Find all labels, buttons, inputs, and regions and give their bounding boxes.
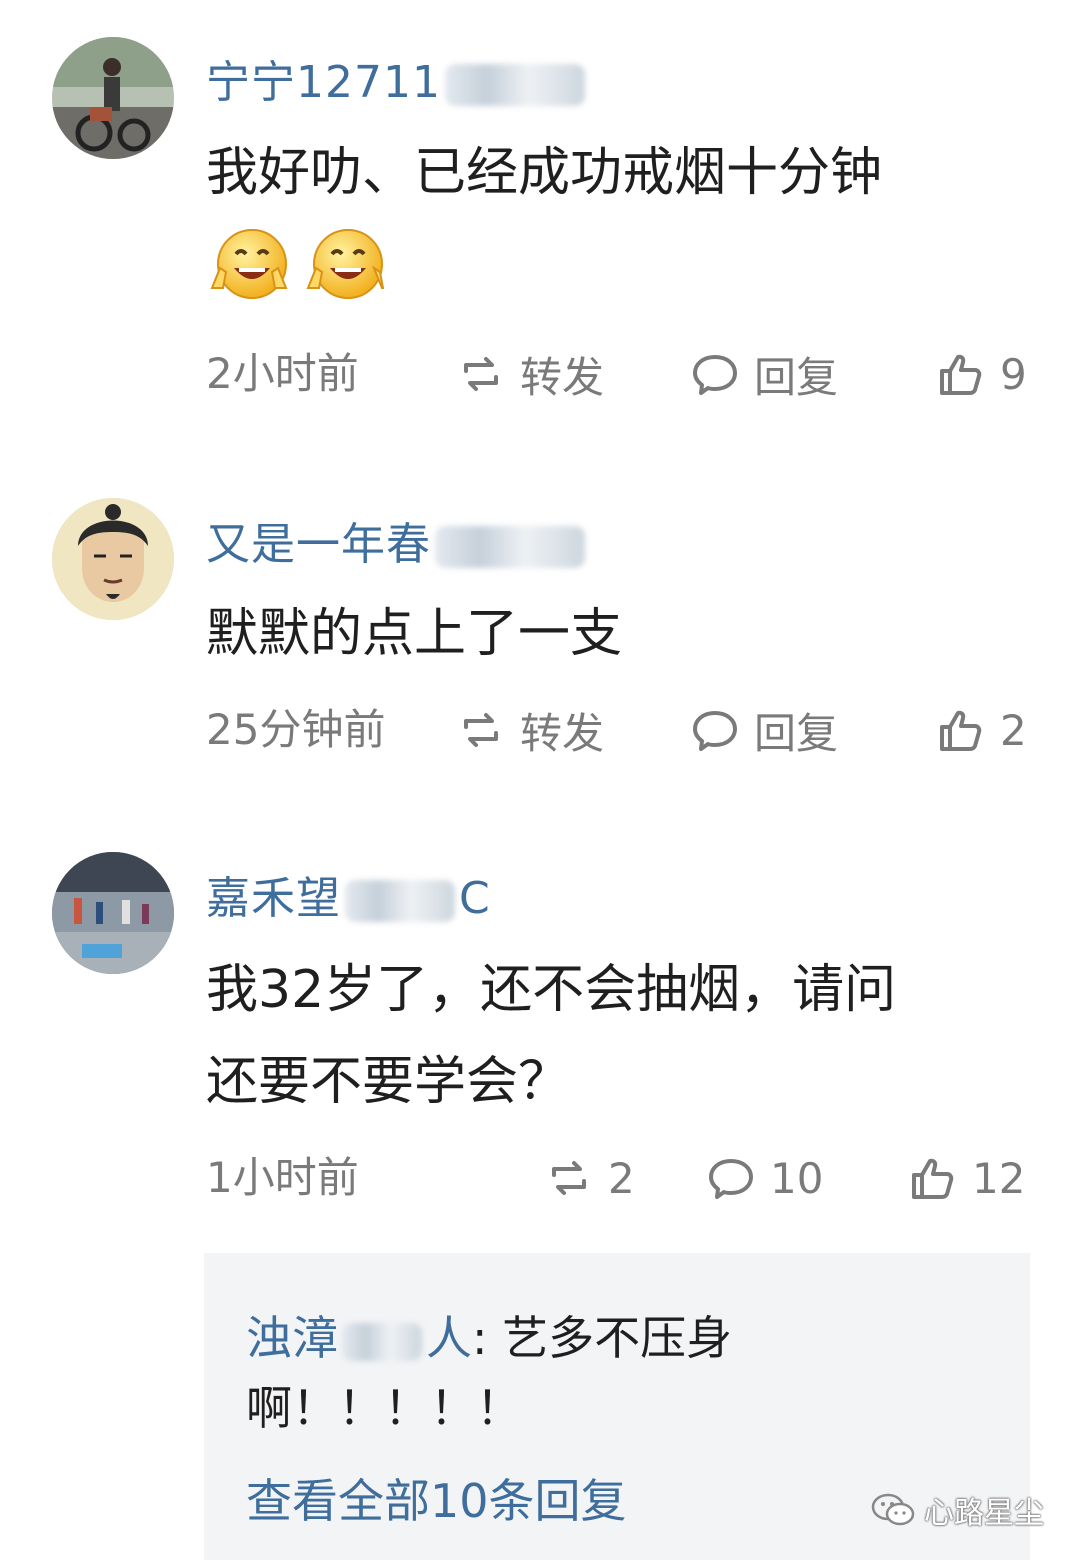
thumbs-up-icon	[940, 710, 982, 751]
comment-text: 我好叻、已经成功戒烟十分钟	[206, 143, 883, 203]
reply-label: 回复	[754, 352, 839, 402]
watermark: 心路星尘	[870, 1488, 1044, 1532]
blurred-text	[345, 880, 455, 922]
blurred-text	[342, 1322, 422, 1361]
repost-count: 2	[608, 1153, 635, 1203]
like-count: 2	[1000, 705, 1027, 755]
username[interactable]: 又是一年春	[206, 508, 589, 572]
username[interactable]: 嘉禾望 C	[206, 862, 491, 926]
avatar-image-station-hall	[52, 852, 174, 974]
grin-victory-emoji-icon	[306, 229, 385, 299]
like-button[interactable]: 12	[908, 1148, 1025, 1208]
timestamp: 1小时前	[206, 1153, 359, 1202]
like-count: 9	[1000, 349, 1027, 399]
repost-button[interactable]: 转发	[456, 344, 604, 404]
comment-actions: 1小时前 2 10 12	[206, 1148, 1030, 1208]
timestamp: 25分钟前	[206, 705, 386, 754]
avatar[interactable]	[52, 37, 174, 159]
comment-text: 我32岁了，还不会抽烟，请问 还要不要学会？	[206, 960, 897, 1112]
avatar[interactable]	[52, 498, 174, 620]
avatar[interactable]	[52, 852, 174, 974]
repost-icon	[552, 1161, 586, 1195]
grin-victory-emoji-icon	[210, 229, 288, 299]
wechat-icon	[871, 1493, 915, 1526]
repost-button[interactable]: 转发	[456, 700, 604, 760]
like-button[interactable]: 9	[936, 344, 1027, 404]
reply-label: 回复	[754, 708, 839, 758]
reply-button[interactable]: 回复	[690, 344, 838, 404]
comment-actions: 2小时前 转发 回复 9	[206, 344, 1030, 404]
repost-button[interactable]: 2	[544, 1148, 635, 1208]
avatar-image-cartoon-man	[52, 498, 174, 620]
reply-button[interactable]: 10	[706, 1148, 823, 1208]
reply-preview-text: 浊漳 人: 艺多不压身 啊！！！！！	[246, 1311, 733, 1435]
repost-icon	[464, 713, 498, 747]
view-all-replies-link[interactable]: 查看全部10条回复	[246, 1465, 627, 1531]
emoji-row	[206, 228, 388, 304]
watermark-text: 心路星尘	[924, 1496, 1044, 1531]
timestamp: 2小时前	[206, 349, 359, 398]
thumbs-up-icon	[940, 354, 982, 395]
blurred-text	[435, 526, 585, 568]
reply-count: 10	[770, 1153, 824, 1203]
reply-username[interactable]: 浊漳人	[246, 1311, 472, 1365]
speech-bubble-icon	[693, 711, 737, 751]
comment-text: 默默的点上了一支	[206, 604, 623, 664]
speech-bubble-icon	[693, 355, 737, 395]
comment-actions: 25分钟前 转发 回复 2	[206, 700, 1030, 760]
speech-bubble-icon	[709, 1159, 753, 1199]
repost-label: 转发	[520, 352, 605, 402]
like-count: 12	[972, 1153, 1026, 1203]
blurred-text	[444, 64, 585, 106]
repost-label: 转发	[520, 708, 605, 758]
repost-icon	[464, 357, 498, 391]
like-button[interactable]: 2	[936, 700, 1027, 760]
username[interactable]: 宁宁12711	[206, 46, 589, 110]
thumbs-up-icon	[912, 1158, 954, 1199]
reply-button[interactable]: 回复	[690, 700, 838, 760]
avatar-image-cyclist	[52, 37, 174, 159]
